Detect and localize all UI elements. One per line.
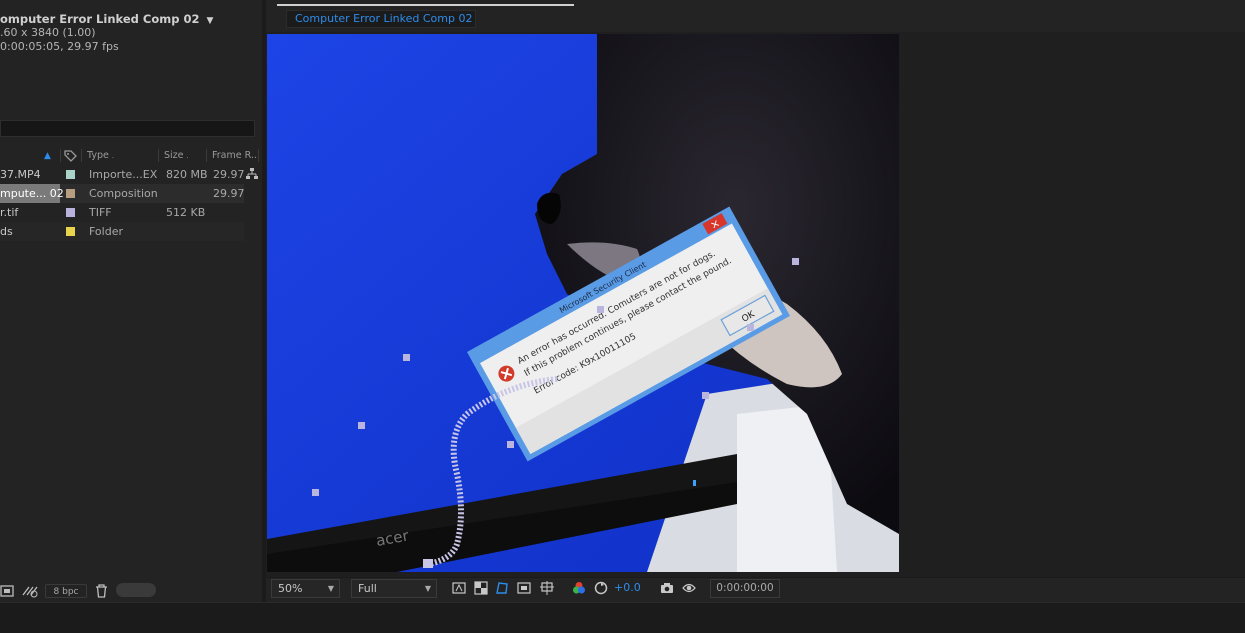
project-item-row[interactable]: ds Folder xyxy=(0,222,244,241)
project-item-row[interactable]: r.tif TIFF 512 KB xyxy=(0,203,244,222)
bit-depth-button[interactable]: 8 bpc xyxy=(45,584,87,598)
item-frame-rate: 29.97 xyxy=(213,187,245,200)
motion-keyframe[interactable] xyxy=(312,489,319,496)
project-panel xyxy=(0,0,262,602)
motion-keyframe[interactable] xyxy=(507,441,514,448)
item-name: 37.MP4 xyxy=(0,168,41,181)
caret-down-icon[interactable]: ▼ xyxy=(206,16,213,26)
color-channels-icon[interactable] xyxy=(572,581,586,595)
transparency-grid-icon[interactable] xyxy=(474,581,488,595)
resolution-value: Full xyxy=(358,582,377,595)
item-name: ds xyxy=(0,225,13,238)
motion-keyframe[interactable] xyxy=(597,306,604,313)
fast-previews-icon[interactable] xyxy=(452,581,466,595)
active-tab-indicator xyxy=(277,4,574,6)
comp-title-text: omputer Error Linked Comp 02 xyxy=(0,12,200,26)
motion-keyframe[interactable] xyxy=(358,422,365,429)
motion-keyframe[interactable] xyxy=(747,324,754,331)
column-size[interactable]: Size . xyxy=(164,147,189,164)
label-color-swatch[interactable] xyxy=(66,227,75,236)
item-frame-rate: 29.97 xyxy=(213,168,245,181)
composition-canvas[interactable]: × Microsoft Security Client An error has… xyxy=(267,34,899,572)
item-name: mpute... 02 xyxy=(0,184,64,203)
current-time-display[interactable]: 0:00:00:00 xyxy=(710,579,780,598)
item-type: Folder xyxy=(89,225,123,238)
resolution-dropdown[interactable]: Full ▼ xyxy=(351,579,437,598)
comp-dimensions: .60 x 3840 (1.00) xyxy=(0,26,96,39)
selected-comp-title[interactable]: omputer Error Linked Comp 02 ▼ xyxy=(0,12,213,26)
label-color-swatch[interactable] xyxy=(66,170,75,179)
column-type[interactable]: Type . xyxy=(87,147,114,164)
item-size: 512 KB xyxy=(166,206,206,219)
project-column-header: ▲ Type . Size . Frame R... xyxy=(0,147,262,164)
project-item-row[interactable]: 37.MP4 Importe...EX 820 MB 29.97 xyxy=(0,165,245,184)
interpret-footage-icon[interactable] xyxy=(21,584,39,598)
chevron-down-icon: ▼ xyxy=(327,584,334,593)
project-scrollbar[interactable] xyxy=(116,583,156,597)
exposure-value[interactable]: +0.0 xyxy=(614,581,641,594)
motion-keyframe[interactable] xyxy=(403,354,410,361)
item-type: Composition xyxy=(89,187,158,200)
sort-ascending-icon[interactable]: ▲ xyxy=(44,148,51,165)
project-search-input[interactable] xyxy=(0,120,255,137)
comp-duration: 0:00:05:05, 29.97 fps xyxy=(0,40,119,53)
label-color-swatch[interactable] xyxy=(66,189,75,198)
grid-guides-icon[interactable] xyxy=(540,581,554,595)
magnification-value: 50% xyxy=(278,582,303,595)
chevron-down-icon: ▼ xyxy=(424,584,431,593)
new-comp-icon[interactable] xyxy=(0,584,14,598)
reset-exposure-icon[interactable] xyxy=(594,581,608,595)
column-frame-rate[interactable]: Frame R... xyxy=(212,147,260,164)
item-size: 820 MB xyxy=(166,168,208,181)
item-type: TIFF xyxy=(89,206,112,219)
region-of-interest-icon[interactable] xyxy=(517,581,531,595)
trash-icon[interactable] xyxy=(95,584,108,598)
motion-keyframe[interactable] xyxy=(792,258,799,265)
mask-visibility-icon[interactable] xyxy=(495,581,509,595)
item-name: r.tif xyxy=(0,206,19,219)
show-snapshot-icon[interactable] xyxy=(682,581,696,595)
item-type: Importe...EX xyxy=(89,168,158,181)
snapshot-camera-icon[interactable] xyxy=(660,581,674,595)
label-color-swatch[interactable] xyxy=(66,208,75,217)
motion-keyframe[interactable] xyxy=(702,392,709,399)
composition-tab[interactable]: Computer Error Linked Comp 02 xyxy=(286,10,476,28)
label-tag-icon[interactable] xyxy=(64,147,77,164)
status-bar xyxy=(0,602,1245,633)
project-item-row-selected[interactable]: mpute... 02 Composition 29.97 xyxy=(0,184,245,203)
flowchart-icon[interactable] xyxy=(246,168,258,180)
magnification-dropdown[interactable]: 50% ▼ xyxy=(271,579,340,598)
